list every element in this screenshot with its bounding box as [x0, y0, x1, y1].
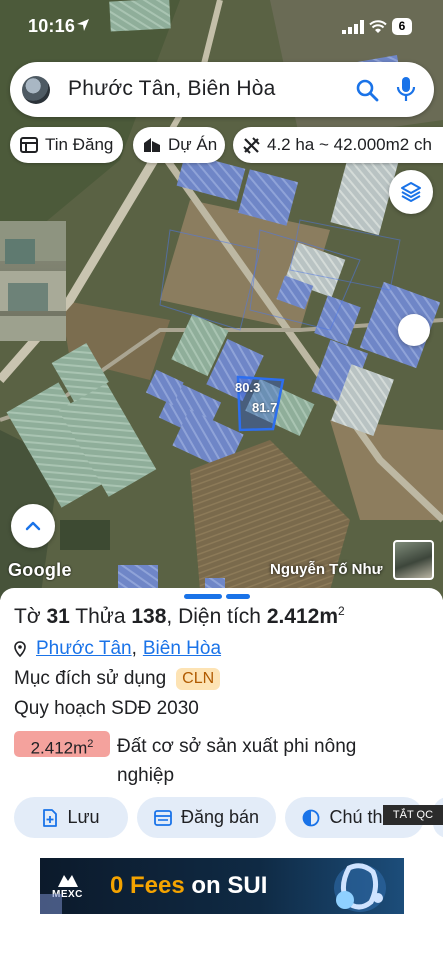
save-icon — [43, 808, 58, 827]
search-input[interactable]: Phước Tân, Biên Hòa — [68, 77, 276, 101]
project-icon — [144, 138, 160, 152]
planning-area-badge: 2.412m2 — [14, 731, 110, 758]
post-sale-button[interactable]: Đăng bán — [137, 797, 276, 838]
street-view-label: Nguyễn Tố Như — [270, 561, 383, 578]
parcel-title: Tờ 31 Thửa 138, Diện tích 2.412m2 — [14, 604, 345, 628]
battery-indicator: 6 — [392, 18, 412, 35]
expand-sheet-button[interactable] — [11, 504, 55, 548]
planning-label: Quy hoạch SDĐ 2030 — [14, 698, 199, 719]
post-sale-label: Đăng bán — [180, 807, 260, 827]
parcel-location: Phước Tân, Biên Hòa — [14, 637, 221, 661]
cellular-signal-icon — [342, 20, 364, 34]
chevron-up-icon — [25, 521, 41, 531]
legend-icon — [303, 809, 320, 826]
hide-ads-button[interactable]: TẮT QC — [383, 805, 443, 825]
status-bar: 10:16 6 — [0, 0, 443, 54]
location-pin-icon — [14, 641, 26, 657]
layers-icon — [401, 182, 421, 202]
ad-headline: 0 Fees on SUI — [110, 872, 268, 899]
land-use-purpose: Mục đích sử dụng CLN — [14, 668, 221, 690]
chip-projects[interactable]: Dự Án — [133, 127, 225, 163]
street-view-thumbnail[interactable] — [393, 540, 434, 580]
search-bar[interactable]: Phước Tân, Biên Hòa — [10, 62, 434, 117]
chip-measure[interactable]: 4.2 ha ~ 42.000m2 ch — [233, 127, 443, 163]
ward-link[interactable]: Phước Tân — [36, 638, 132, 660]
listing-icon — [20, 137, 38, 153]
inset-photo — [0, 221, 66, 341]
purpose-label: Mục đích sử dụng — [14, 668, 167, 689]
post-sale-icon — [154, 809, 172, 826]
sheet-handle[interactable] — [184, 594, 222, 599]
map-layers-button[interactable] — [389, 170, 433, 214]
sheet-handle[interactable] — [226, 594, 250, 599]
mexc-logo-icon — [58, 875, 78, 887]
action-buttons: Lưu Đăng bán Chú thích — [0, 797, 443, 838]
microphone-icon[interactable] — [396, 76, 416, 102]
parcel-dimension-label: 81.7 — [252, 400, 278, 415]
ad-banner[interactable]: MEXC 0 Fees on SUI — [40, 858, 404, 914]
measure-icon — [243, 136, 260, 154]
chip-label: Tin Đăng — [45, 135, 114, 154]
save-label: Lưu — [67, 807, 100, 827]
ad-graphic — [334, 863, 386, 912]
location-arrow-icon — [77, 19, 89, 31]
save-button[interactable]: Lưu — [14, 797, 128, 838]
chip-listings[interactable]: Tin Đăng — [10, 127, 123, 163]
planning-land-type: Đất cơ sở sản xuất phi nông nghiệp — [117, 736, 357, 786]
avatar[interactable] — [22, 76, 50, 104]
search-icon[interactable] — [355, 78, 379, 102]
city-link[interactable]: Biên Hòa — [143, 638, 221, 660]
google-logo: Google — [8, 560, 72, 580]
map-drag-handle[interactable] — [398, 314, 430, 346]
parcel-dimension-label: 80.3 — [235, 380, 261, 395]
filter-chips: Tin Đăng Dự Án 4.2 ha ~ 42.000m2 ch — [10, 127, 443, 163]
purpose-code-badge: CLN — [176, 668, 221, 690]
wifi-icon — [369, 20, 387, 33]
chip-label: 4.2 ha ~ 42.000m2 ch — [267, 135, 432, 154]
ad-choices-icon[interactable] — [40, 894, 62, 914]
status-time: 10:16 — [28, 16, 76, 36]
chip-label: Dự Án — [168, 135, 218, 154]
